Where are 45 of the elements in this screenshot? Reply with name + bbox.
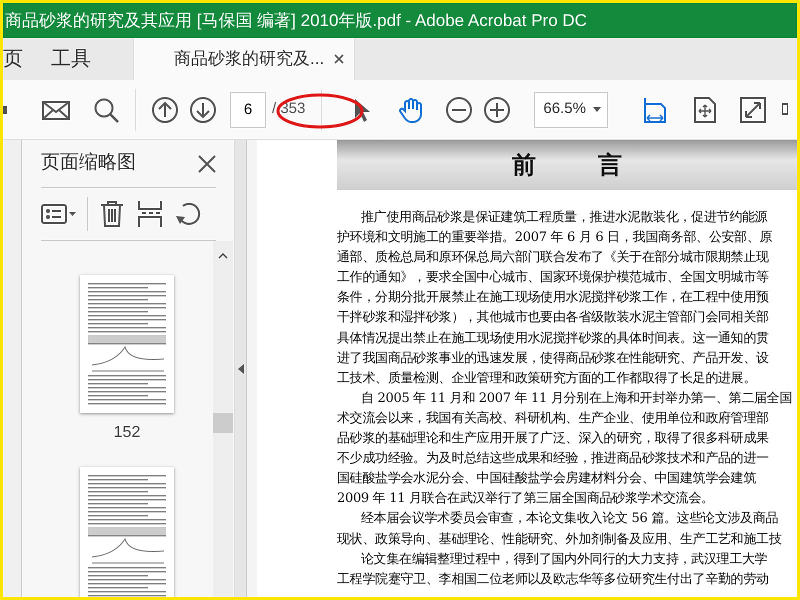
scrollbar[interactable] [213,241,233,597]
rotate-icon[interactable] [174,200,202,228]
window-title: 商品砂浆的研究及其应用 [马保国 编著] 2010年版.pdf - Adobe Acrobat Pro DC [3,3,797,38]
scroll-up-icon[interactable] [218,253,228,259]
insert-page-icon[interactable] [136,200,164,228]
text-line: 经本届会议学术委员会审查，本论文集收入论文 56 篇。这些论文涉及商品 [360,510,780,528]
text-line: 不少成功经验。为及时总结这些成果和经验，推进商品砂浆技术和产品的进一 [337,450,770,468]
text-line: 论文集在编辑整理过程中，得到了国内外同行的大力支持，武汉理工大学 [360,550,768,569]
page-thumbnail[interactable] [80,467,174,597]
text-line: 自 2005 年 11 月和 2007 年 11 月分别在上海和开封举办第一、第二届全国 [360,390,794,408]
options-menu-icon[interactable] [41,202,77,226]
search-icon[interactable] [92,96,120,124]
fullscreen-icon[interactable] [739,96,768,124]
text-line: 工作的通知》，要求全国中心城市、国家环境保护模范城市、全国文明城市等 [337,269,770,288]
page-number-field[interactable]: 6 [230,92,266,128]
page-thumbnail[interactable] [80,275,174,413]
text-line: 术交流会以来，我国有关高校、科研机构、生产企业、使用单位和政府管理部 [337,410,770,428]
text-line: 干拌砂浆和湿拌砂浆），其他城市也要由各省级散装水泥主管部门会同相关部 [337,309,770,328]
text-line: 条件，分期分批开展禁止在施工现场使用水泥搅拌砂浆工作，在工程中使用预 [337,289,770,308]
page-heading: 前言 [512,149,685,181]
caret-icon [593,107,602,112]
collapse-arrow-icon[interactable] [238,364,244,374]
text-line: 现状、政策导向、基础理论、性能研究、外加剂制备及应用、生产工艺和施工技 [337,530,783,548]
tab[interactable]: 工具 [37,38,105,80]
text-line: 工程学院蹇守卫、李相国二位老师以及欧志华等多位研究生付出了辛勤的劳动 [337,570,770,589]
text-line: 品砂浆的基础理论和生产应用开展了广泛、深入的研究，取得了很多科研成果 [337,430,770,448]
scrollbar-thumb[interactable] [213,413,233,433]
tab[interactable]: 商品砂浆的研究及... [133,38,355,80]
text-line: 护环境和文明施工的重要举措。2007 年 6 月 6 日，我国商务部、公安部、原 [337,229,774,248]
text-line: 工技术、质量检测、企业管理和政策研究方面的工作都取得了长足的进展。 [337,370,758,388]
text-line: 进了我国商品砂浆事业的迅速发展，使得商品砂浆在性能研究、产品开发、设 [337,350,770,368]
zoom-dropdown[interactable]: 66.5% [534,92,608,128]
text-line: 推广使用商品砂浆是保证建筑工程质量，推进水泥散装化，促进节约能源 [360,209,768,227]
text-line: 2009 年 11 月联合在武汉举行了第三届全国商品砂浆学术交流会。 [337,490,715,508]
panel-title: 页面缩略图 [41,151,136,176]
close-icon[interactable] [334,54,344,64]
close-icon[interactable] [198,154,216,172]
zoom-out-icon[interactable] [445,96,474,124]
page-number-label: 152 [114,423,140,443]
text-line: 通部、质检总局和原环保总局六部门联合发布了《关于在部分城市限期禁止现 [337,249,770,268]
trash-icon[interactable] [98,200,126,228]
text-line: 国硅酸盐学会水泥分会、中国硅酸盐学会房建材料分会、中国建筑学会建筑 [337,470,758,488]
zoom-in-icon[interactable] [483,96,512,124]
text-line: 具体情况提出禁止在施工现场使用水泥搅拌砂浆的具体时间表。这一通知的贯 [337,330,770,348]
tab[interactable]: 页 [3,38,37,80]
